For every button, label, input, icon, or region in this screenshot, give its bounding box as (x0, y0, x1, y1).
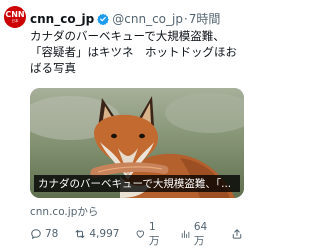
views-chart-icon (182, 230, 190, 238)
link-card-image[interactable]: カナダのバーベキューで大規模盗難、「... (30, 88, 244, 198)
tweet-timestamp[interactable]: 7時間 (189, 10, 221, 27)
reply-button[interactable]: 78 (30, 228, 58, 240)
link-source[interactable]: cnn.co.jpから (30, 204, 98, 219)
heart-icon (136, 230, 145, 238)
view-count: 64万 (193, 220, 208, 247)
retweet-icon (75, 230, 85, 238)
account-name[interactable]: cnn_co_jp (30, 12, 94, 26)
avatar[interactable]: CNN 日本 (4, 6, 26, 28)
tweet-header: cnn_co_jp @cnn_co_jp · 7時間 (30, 10, 246, 27)
views-button[interactable]: 64万 (180, 221, 215, 248)
tweet-text-line: 「容疑者」はキツネ ホットドッグほお (30, 45, 237, 59)
tweet-text: カナダのバーベキューで大規模盗難、 「容疑者」はキツネ ホットドッグほお ばる写… (30, 28, 244, 76)
avatar-logo-subtext: 日本 (11, 18, 19, 23)
retweet-button[interactable]: 4,997 (74, 228, 119, 240)
tweet-text-line: カナダのバーベキューで大規模盗難、 (30, 29, 225, 43)
header-separator: · (183, 11, 188, 26)
tweet-text-line: ばる写真 (30, 61, 76, 75)
account-handle[interactable]: @cnn_co_jp (112, 12, 183, 26)
share-icon (232, 229, 242, 239)
tweet-actions: 78 4,997 1万 64万 (30, 221, 246, 247)
share-button[interactable] (231, 228, 246, 240)
reply-icon (31, 229, 41, 239)
avatar-logo-text: CNN (5, 9, 25, 19)
link-card-title: カナダのバーベキューで大規模盗難、「... (34, 175, 240, 192)
like-count: 1万 (149, 220, 160, 247)
verified-badge-icon (97, 13, 110, 25)
retweet-count: 4,997 (89, 228, 120, 240)
like-button[interactable]: 1万 (135, 221, 164, 248)
reply-count: 78 (45, 228, 59, 240)
